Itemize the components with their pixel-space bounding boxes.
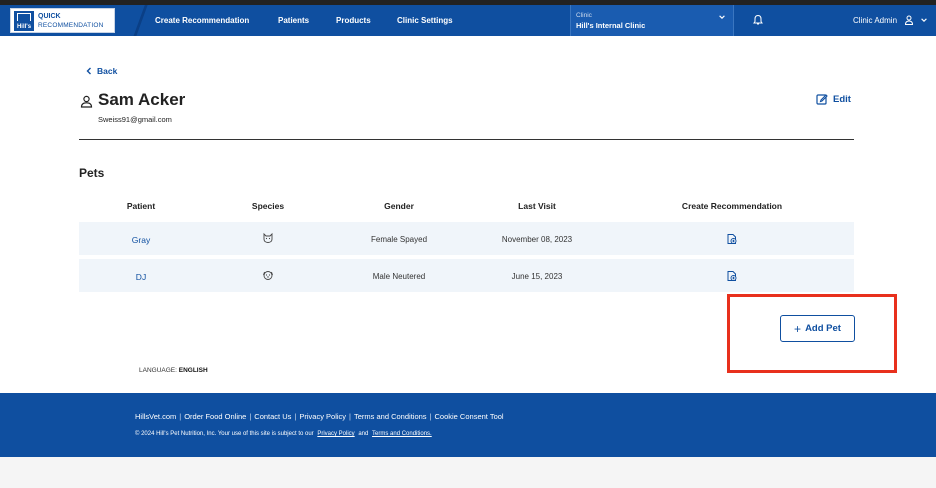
nav-clinic-settings[interactable]: Clinic Settings — [397, 16, 453, 25]
column-header-patient: Patient — [126, 201, 156, 211]
dog-icon — [263, 271, 273, 280]
edit-label: Edit — [833, 93, 851, 105]
create-recommendation-icon[interactable] — [726, 270, 738, 282]
footer-link-terms[interactable]: Terms and Conditions — [354, 412, 427, 421]
footer-link-contact[interactable]: Contact Us — [254, 412, 291, 421]
language-selector[interactable]: LANGUAGE: ENGLISH — [139, 367, 208, 374]
cat-icon — [263, 232, 273, 243]
logo-line2: RECOMMENDATION — [38, 21, 104, 29]
chevron-down-icon[interactable] — [920, 16, 928, 24]
gender-cell: Female Spayed — [370, 235, 428, 244]
last-visit-cell: June 15, 2023 — [511, 272, 563, 281]
nav-patients[interactable]: Patients — [278, 16, 309, 25]
footer-link-order-food[interactable]: Order Food Online — [184, 412, 246, 421]
customer-name: Sam Acker — [98, 90, 186, 109]
clinic-name: Hill's Internal Clinic — [576, 21, 646, 30]
table-row: Gray Female Spayed November 08, 2023 — [79, 222, 854, 255]
nav-create-recommendation[interactable]: Create Recommendation — [155, 16, 249, 25]
last-visit-cell: November 08, 2023 — [501, 235, 573, 244]
patient-link[interactable]: DJ — [136, 272, 146, 282]
patient-link[interactable]: Gray — [132, 235, 150, 245]
highlight-box — [727, 294, 897, 373]
user-icon[interactable] — [904, 15, 914, 25]
copyright-privacy-link[interactable]: Privacy Policy — [317, 431, 354, 437]
pets-title: Pets — [79, 166, 105, 180]
clinic-label: Clinic — [576, 12, 592, 19]
edit-icon — [816, 94, 828, 105]
nav-divider — [126, 5, 156, 36]
bell-icon[interactable] — [752, 14, 764, 26]
footer-link-cookie[interactable]: Cookie Consent Tool — [435, 412, 504, 421]
top-navbar: Hill's QUICK RECOMMENDATION Create Recom… — [0, 5, 936, 36]
clinic-selector[interactable]: Clinic Hill's Internal Clinic — [570, 5, 734, 36]
footer-links: HillsVet.com | Order Food Online | Contact U… — [135, 412, 504, 421]
create-recommendation-icon[interactable] — [726, 233, 738, 245]
column-header-last-visit: Last Visit — [518, 201, 556, 211]
person-icon — [80, 95, 93, 108]
footer-link-hillsvet[interactable]: HillsVet.com — [135, 412, 176, 421]
logo-line1: QUICK — [38, 12, 61, 20]
chevron-left-icon — [86, 67, 91, 75]
language-value: ENGLISH — [178, 367, 208, 374]
section-divider — [79, 139, 854, 140]
edit-button[interactable]: Edit — [816, 93, 851, 105]
back-label: Back — [97, 66, 118, 76]
table-row: DJ Male Neutered June 15, 2023 — [79, 259, 854, 292]
copyright-and: and — [358, 431, 369, 437]
customer-email: Sweiss91@gmail.com — [98, 115, 172, 124]
footer-link-privacy[interactable]: Privacy Policy — [299, 412, 346, 421]
chevron-down-icon — [719, 15, 725, 19]
nav-products[interactable]: Products — [336, 16, 371, 25]
copyright-text: © 2024 Hill's Pet Nutrition, Inc. Your u… — [135, 431, 314, 437]
column-header-species: Species — [251, 201, 285, 211]
column-header-create-recommendation: Create Recommendation — [681, 201, 783, 211]
user-menu-label[interactable]: Clinic Admin — [853, 16, 897, 25]
language-label: LANGUAGE: — [139, 367, 177, 374]
app-logo[interactable]: Hill's QUICK RECOMMENDATION — [10, 8, 115, 33]
column-header-gender: Gender — [384, 201, 414, 211]
hills-logo-icon: Hill's — [14, 10, 34, 31]
gender-cell: Male Neutered — [372, 272, 426, 281]
copyright-terms-link[interactable]: Terms and Conditions. — [372, 431, 432, 437]
bottom-area — [0, 457, 936, 488]
copyright: © 2024 Hill's Pet Nutrition, Inc. Your u… — [135, 431, 434, 437]
footer: HillsVet.com | Order Food Online | Contact U… — [0, 393, 936, 457]
back-link[interactable]: Back — [86, 66, 117, 76]
